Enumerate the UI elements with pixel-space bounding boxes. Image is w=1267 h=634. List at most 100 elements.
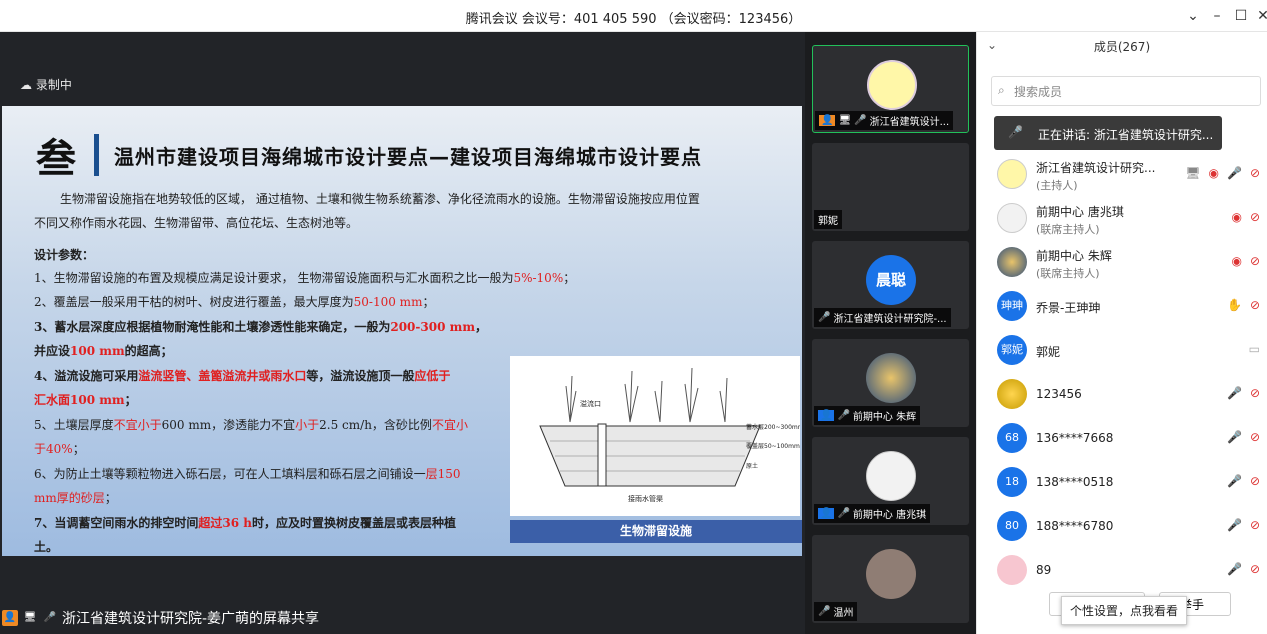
share-status-bar: 👤 🖥 🎤 浙江省建筑设计研究院-姜广萌的屏幕共享 xyxy=(2,608,319,628)
screen-share-area: ☁ 录制中 叁 温州市建设项目海绵城市设计要点—建设项目海绵城市设计要点 生物滞… xyxy=(0,32,805,634)
video-name: 郭妮 xyxy=(818,216,838,227)
members-panel: ⌄ 成员(267) ⌕ 搜索成员 🎤 正在讲话: 浙江省建筑设计研究... 浙江省建… xyxy=(976,32,1267,634)
member-row[interactable]: 68 136****7668 🎤 ⊘ xyxy=(977,416,1267,460)
camera-off-icon: ⊘ xyxy=(1249,430,1260,444)
screen-share-icon: 🖥 xyxy=(23,612,37,623)
overflow-label: 溢流口 xyxy=(580,399,601,408)
smiley-avatar xyxy=(997,159,1027,189)
params-heading: 设计参数： xyxy=(34,248,95,262)
member-row[interactable]: 浙江省建筑设计研究... (主持人) 🖥 ◉ 🎤 ⊘ xyxy=(977,152,1267,196)
video-tile[interactable]: 👤 🎤 前期中心 朱辉 xyxy=(812,339,969,427)
speaking-banner: 🎤 正在讲话: 浙江省建筑设计研究... xyxy=(994,116,1222,150)
member-status-icons: 🖥 ◉ 🎤 ⊘ xyxy=(1185,166,1260,180)
video-tile[interactable]: 👤 🎤 前期中心 唐兆琪 xyxy=(812,437,969,525)
param-4: 4、溢流设施可采用溢流竖管、盖篦溢流井或雨水口等，溢流设施顶一般应低于 xyxy=(34,369,451,383)
recording-label: 录制中 xyxy=(35,78,72,92)
member-row[interactable]: 89 🎤 ⊘ xyxy=(977,548,1267,592)
member-status-icons: ▭ xyxy=(1249,342,1260,356)
member-name: 乔景-王珅珅 xyxy=(1036,301,1101,315)
close-icon[interactable]: ✕ xyxy=(1250,4,1267,28)
mic-active-icon: 🎤 xyxy=(1226,166,1242,180)
param-3: 3、蓄水层深度应根据植物耐淹性能和土壤渗透性能来确定，一般为200-300 mm… xyxy=(34,320,488,334)
member-name: 123456 xyxy=(1036,387,1082,401)
face-avatar xyxy=(997,203,1027,233)
smiley-avatar xyxy=(867,60,917,110)
flower-avatar xyxy=(997,379,1027,409)
drain-label: 接雨水管渠 xyxy=(628,494,663,503)
avatar: 郭妮 xyxy=(997,335,1027,365)
shared-slide: 叁 温州市建设项目海绵城市设计要点—建设项目海绵城市设计要点 生物滞留设施指在地… xyxy=(2,106,802,556)
member-row[interactable]: 80 188****6780 🎤 ⊘ xyxy=(977,504,1267,548)
share-label: 浙江省建筑设计研究院-姜广萌的屏幕共享 xyxy=(62,611,320,627)
avatar: 18 xyxy=(997,467,1027,497)
camera-off-icon: ⊘ xyxy=(1249,386,1260,400)
mic-icon: 🎤 xyxy=(854,115,867,126)
user-icon: 👤 xyxy=(818,508,835,519)
video-name: 温州 xyxy=(833,608,854,619)
camera-off-icon: ⊘ xyxy=(1249,562,1260,576)
video-name: 前期中心 朱辉 xyxy=(852,412,917,423)
avatar: 68 xyxy=(997,423,1027,453)
user-icon: 👤 xyxy=(819,115,836,126)
member-role: (主持人) xyxy=(1036,179,1078,192)
title-bar: 腾讯会议 会议号：401 405 590 （会议密码：123456） ⌄ – ☐… xyxy=(0,0,1267,32)
mic-muted-icon: 🎤 xyxy=(1226,430,1242,444)
member-status-icons: ◉ ⊘ xyxy=(1231,254,1260,268)
video-tile[interactable]: 晨聪 🎤 浙江省建筑设计研究院-... xyxy=(812,241,969,329)
mic-muted-icon: 🎤 xyxy=(818,312,831,323)
user-icon: 👤 xyxy=(2,610,18,626)
member-role: (联席主持人) xyxy=(1036,223,1100,236)
video-name: 浙江省建筑设计研究院-... xyxy=(833,314,947,325)
dropdown-icon[interactable]: ⌄ xyxy=(1180,4,1206,28)
video-tag: 👤 🎤 前期中心 朱辉 xyxy=(814,406,921,425)
video-tag: 🎤 浙江省建筑设计研究院-... xyxy=(814,308,951,327)
member-status-icons: ◉ ⊘ xyxy=(1231,210,1260,224)
screen-share-icon: 🖥 xyxy=(838,115,852,126)
face-avatar xyxy=(866,451,916,501)
member-row[interactable]: 123456 🎤 ⊘ xyxy=(977,372,1267,416)
video-tile[interactable]: 郭妮 xyxy=(812,143,969,231)
member-status-icons: 🎤 ⊘ xyxy=(1227,518,1260,532)
member-name: 89 xyxy=(1036,563,1052,577)
camera-off-icon: ⊘ xyxy=(1249,210,1260,224)
member-name: 郭妮 xyxy=(1036,345,1061,359)
member-name: 138****0518 xyxy=(1036,475,1114,489)
recording-indicator[interactable]: ☁ 录制中 xyxy=(20,76,72,93)
video-tile[interactable]: 🎤 温州 xyxy=(812,535,969,623)
member-status-icons: 🎤 ⊘ xyxy=(1227,562,1260,576)
member-status-icons: ✋ ⊘ xyxy=(1227,298,1260,312)
camera-off-icon: ⊘ xyxy=(1249,254,1260,268)
member-row[interactable]: 前期中心 朱辉 (联席主持人) ◉ ⊘ xyxy=(977,240,1267,284)
mic-muted-icon: 🎤 xyxy=(1226,518,1242,532)
member-role: (联席主持人) xyxy=(1036,267,1100,280)
member-row[interactable]: 郭妮 郭妮 ▭ xyxy=(977,328,1267,372)
user-icon: 👤 xyxy=(818,410,835,421)
param-5: 5、土壤层厚度不宜小于600 mm，渗透能力不宜小于2.5 cm/h，含砂比例不… xyxy=(34,418,468,432)
video-tag: 👤 🖥 🎤 浙江省建筑设计... xyxy=(815,111,954,130)
intro-line-1: 生物滞留设施指在地势较低的区域， 通过植物、土壤和微生物系统蓄渗、净化径流雨水的… xyxy=(60,192,700,206)
member-row[interactable]: 珅珅 乔景-王珅珅 ✋ ⊘ xyxy=(977,284,1267,328)
layer1-label: 蓄水层200~300mm xyxy=(746,423,800,431)
diagram-svg: 溢流口 蓄水层200~300mm 覆盖层50~100mm 原土 接雨水管渠 xyxy=(539,367,802,503)
cloud-icon: ☁ xyxy=(20,78,36,92)
search-icon: ⌕ xyxy=(998,83,1005,97)
video-tile[interactable]: 👤 🖥 🎤 浙江省建筑设计... xyxy=(812,45,969,133)
bioretention-diagram: 溢流口 蓄水层200~300mm 覆盖层50~100mm 原土 接雨水管渠 xyxy=(510,356,802,516)
camera-off-icon: ⊘ xyxy=(1249,474,1260,488)
camera-icon: ▭ xyxy=(1248,342,1260,356)
member-name: 前期中心 唐兆琪 xyxy=(1036,205,1124,219)
mic-muted-icon: 🎤 xyxy=(1226,386,1242,400)
layer2-label: 覆盖层50~100mm xyxy=(746,442,800,450)
member-search-input[interactable]: ⌕ 搜索成员 xyxy=(991,76,1261,106)
member-row[interactable]: 18 138****0518 🎤 ⊘ xyxy=(977,460,1267,504)
intro-line-2: 不同又称作雨水花园、生物滞留带、高位花坛、生态树池等。 xyxy=(34,216,359,230)
painting-avatar xyxy=(866,353,916,403)
layer3-label: 原土 xyxy=(746,462,758,470)
record-icon: ◉ xyxy=(1231,254,1242,268)
avatar: 晨聪 xyxy=(866,255,916,305)
slide-title: 温州市建设项目海绵城市设计要点—建设项目海绵城市设计要点 xyxy=(114,145,702,169)
minimize-icon[interactable]: – xyxy=(1204,4,1230,28)
member-row[interactable]: 前期中心 唐兆琪 (联席主持人) ◉ ⊘ xyxy=(977,196,1267,240)
member-status-icons: 🎤 ⊘ xyxy=(1227,474,1260,488)
param-7-cont: 土。 xyxy=(34,540,59,554)
